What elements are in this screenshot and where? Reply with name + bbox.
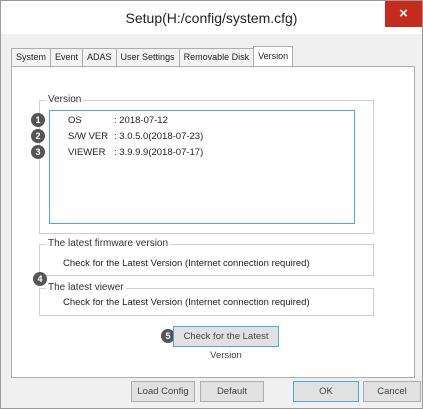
version-group-legend: Version (46, 94, 84, 105)
os-label: OS (68, 115, 82, 126)
viewer-check-text: Check for the Latest Version (Internet c… (63, 297, 310, 308)
tab-user-settings[interactable]: User Settings (115, 48, 180, 66)
default-button[interactable]: Default (200, 381, 264, 402)
tab-version[interactable]: Version (253, 46, 294, 66)
load-config-button[interactable]: Load Config (131, 381, 195, 402)
firmware-check-text: Check for the Latest Version (Internet c… (63, 258, 310, 269)
tab-event[interactable]: Event (50, 48, 84, 66)
title-bar: Setup(H:/config/system.cfg) × (1, 1, 422, 34)
tab-system[interactable]: System (11, 48, 52, 66)
os-value: : 2018-07-12 (114, 115, 168, 126)
viewer-value: : 3.9.9.9(2018-07-17) (114, 147, 204, 158)
ok-button[interactable]: OK (293, 381, 359, 402)
firmware-group-legend: The latest firmware version (46, 238, 171, 249)
viewer-label: VIEWER (68, 147, 106, 158)
callout-badge-3: 3 (31, 145, 45, 159)
version-info-box: OS : 2018-07-12 S/W VER : 3.0.5.0(2018-07-… (49, 110, 355, 224)
tab-bar: System Event ADAS User Settings Removabl… (11, 46, 294, 67)
setup-window: Setup(H:/config/system.cfg) × System Eve… (0, 0, 423, 409)
sw-ver-value: : 3.0.5.0(2018-07-23) (114, 131, 204, 142)
viewer-group-legend: The latest viewer (46, 282, 126, 293)
version-row-os: OS : 2018-07-12 (68, 115, 168, 126)
close-icon: × (399, 5, 408, 22)
close-button[interactable]: × (385, 1, 422, 27)
callout-badge-2: 2 (31, 129, 45, 143)
callout-badge-4: 4 (33, 272, 47, 286)
version-row-viewer: VIEWER : 3.9.9.9(2018-07-17) (68, 147, 203, 158)
tab-adas[interactable]: ADAS (82, 48, 117, 66)
cancel-button[interactable]: Cancel (363, 381, 421, 402)
check-latest-version-button[interactable]: Check for the Latest Version (173, 326, 279, 361)
callout-badge-1: 1 (31, 113, 45, 127)
tab-removable-disk[interactable]: Removable Disk (178, 48, 255, 66)
version-row-sw: S/W VER : 3.0.5.0(2018-07-23) (68, 131, 203, 142)
window-title: Setup(H:/config/system.cfg) (125, 10, 298, 26)
sw-ver-label: S/W VER (68, 131, 109, 142)
